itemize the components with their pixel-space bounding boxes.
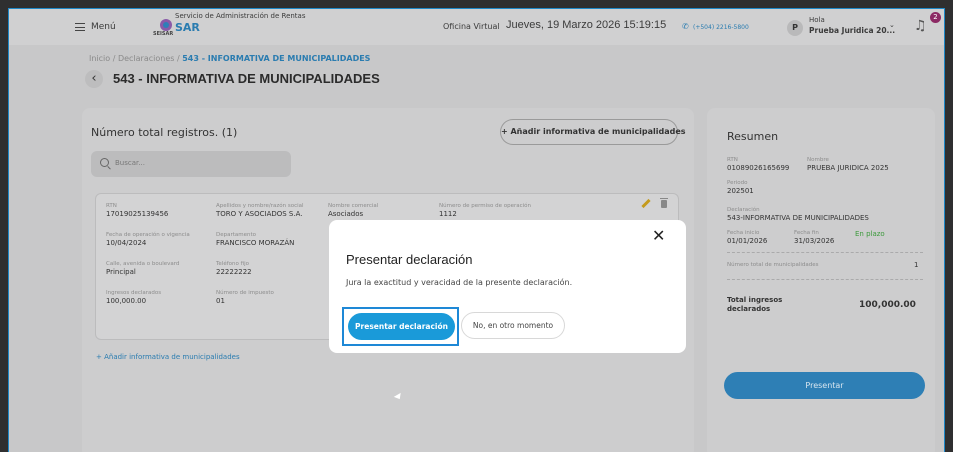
record-income: Ingresos declarados 100,000.00 <box>106 290 161 306</box>
summary-declaration-value: 543-INFORMATIVA DE MUNICIPALIDADES <box>727 214 869 222</box>
summary-count-value: 1 <box>914 261 919 269</box>
breadcrumb-current: 543 - INFORMATIVA DE MUNICIPALIDADES <box>182 54 371 63</box>
record-start: Fecha de operación o vigencia 10/04/2024 <box>106 232 190 248</box>
summary-total-label-2: declarados <box>727 305 771 313</box>
user-name[interactable]: Prueba Juridica 20... <box>809 26 895 35</box>
summary-count-label: Número total de municipalidades <box>727 262 819 268</box>
summary-name-value: PRUEBA JURIDICA 2025 <box>807 164 889 172</box>
summary-name-label: Nombre <box>807 157 829 163</box>
status-badge: En plazo <box>855 230 885 238</box>
record-name-label: Apellidos y nombre/razón social <box>216 203 304 209</box>
summary-rtn-label: RTN <box>727 157 738 163</box>
search-input[interactable]: Buscar... <box>91 151 291 177</box>
record-start-label: Fecha de operación o vigencia <box>106 232 190 238</box>
close-icon[interactable]: ✕ <box>652 228 665 244</box>
phone-number[interactable]: (+504) 2216-5800 <box>693 24 749 31</box>
menu-label[interactable]: Menú <box>91 22 116 32</box>
record-phone: Teléfono fijo 22222222 <box>216 261 252 277</box>
cancel-button[interactable]: No, en otro momento <box>461 312 565 339</box>
record-commercial-value: Asociados <box>328 210 364 218</box>
present-button[interactable]: Presentar <box>724 372 925 399</box>
bell-icon[interactable]: ♫ <box>914 18 927 34</box>
brand-name: SAR <box>175 21 200 34</box>
record-dept-value: FRANCISCO MORAZÁN <box>216 239 295 247</box>
focus-highlight: Presentar declaración <box>342 307 459 346</box>
record-phone-label: Teléfono fijo <box>216 261 249 267</box>
notification-badge: 2 <box>930 12 941 23</box>
confirm-modal: ✕ Presentar declaración Jura la exactitu… <box>329 220 686 353</box>
breadcrumb-root[interactable]: Inicio / Declaraciones / <box>89 54 182 63</box>
record-phone-value: 22222222 <box>216 268 252 276</box>
record-income-label: Ingresos declarados <box>106 290 162 296</box>
summary-start-value: 01/01/2026 <box>727 237 768 245</box>
record-rtn-value: 17019025139456 <box>106 210 169 218</box>
record-permit: Número de permiso de operación 1112 <box>439 203 531 219</box>
record-rtn-label: RTN <box>106 203 117 209</box>
summary-divider <box>727 279 923 280</box>
modal-title: Presentar declaración <box>346 252 473 267</box>
sar-logo-icon <box>160 19 172 31</box>
summary-card: Resumen RTN 01089026165699 Nombre PRUEBA… <box>707 108 935 452</box>
greeting: Hola <box>809 16 825 24</box>
record-start-value: 10/04/2024 <box>106 239 147 247</box>
record-tax-value: 01 <box>216 297 225 305</box>
add-municipality-link[interactable]: + Añadir informativa de municipalidades <box>96 353 240 361</box>
phone-icon: ✆ <box>682 22 689 31</box>
chevron-left-icon: ‹ <box>91 71 97 86</box>
top-bar: Menú SEISAR Servicio de Administración d… <box>9 9 944 45</box>
record-rtn: RTN 17019025139456 <box>106 203 168 219</box>
summary-total-label-1: Total ingresos <box>727 296 783 304</box>
record-commercial-label: Nombre comercial <box>328 203 379 209</box>
summary-total-value: 100,000.00 <box>859 300 916 310</box>
record-name: Apellidos y nombre/razón social TORO Y A… <box>216 203 304 219</box>
edit-icon[interactable] <box>641 198 651 209</box>
record-permit-value: 1112 <box>439 210 457 218</box>
summary-period-label: Periodo <box>727 180 748 186</box>
record-commercial: Nombre comercial Asociados <box>328 203 378 219</box>
record-dept-label: Departamento <box>216 232 257 238</box>
record-permit-label: Número de permiso de operación <box>439 203 532 209</box>
page-title: 543 - INFORMATIVA DE MUNICIPALIDADES <box>113 71 380 86</box>
back-button[interactable]: ‹ <box>85 70 103 88</box>
app-window: Menú SEISAR Servicio de Administración d… <box>8 8 945 452</box>
record-dept: Departamento FRANCISCO MORAZÁN <box>216 232 294 248</box>
search-icon <box>100 158 109 167</box>
record-tax: Número de impuesto 01 <box>216 290 274 306</box>
summary-end-label: Fecha fin <box>794 230 819 236</box>
datetime: Jueves, 19 Marzo 2026 15:19:15 <box>506 19 667 31</box>
breadcrumb: Inicio / Declaraciones / 543 - INFORMATI… <box>89 54 370 63</box>
record-street-label: Calle, avenida o boulevard <box>106 261 180 267</box>
avatar[interactable]: P <box>787 20 803 36</box>
summary-start-label: Fecha inicio <box>727 230 760 236</box>
record-name-value: TORO Y ASOCIADOS S.A. <box>216 210 303 218</box>
chevron-down-icon[interactable]: ⌄ <box>889 21 895 29</box>
modal-text: Jura la exactitud y veracidad de la pres… <box>346 278 573 287</box>
office-label: Oficina Virtual <box>443 22 500 31</box>
record-income-value: 100,000.00 <box>106 297 147 305</box>
confirm-present-button[interactable]: Presentar declaración <box>348 313 455 340</box>
summary-rtn-value: 01089026165699 <box>727 164 790 172</box>
summary-period-value: 202501 <box>727 187 754 195</box>
summary-declaration-label: Declaración <box>727 207 760 213</box>
record-tax-label: Número de impuesto <box>216 290 274 296</box>
record-street-value: Principal <box>106 268 136 276</box>
logo-caption: SEISAR <box>153 31 174 37</box>
records-count: Número total registros. (1) <box>91 126 238 139</box>
summary-end-value: 31/03/2026 <box>794 237 835 245</box>
summary-title: Resumen <box>727 130 779 143</box>
search-placeholder: Buscar... <box>115 159 145 167</box>
add-municipality-button[interactable]: + Añadir informativa de municipalidades <box>500 119 686 145</box>
menu-icon[interactable] <box>75 23 85 31</box>
org-name: Servicio de Administración de Rentas <box>175 12 306 20</box>
record-street: Calle, avenida o boulevard Principal <box>106 261 179 277</box>
summary-divider <box>727 252 923 253</box>
delete-icon[interactable] <box>660 198 668 208</box>
